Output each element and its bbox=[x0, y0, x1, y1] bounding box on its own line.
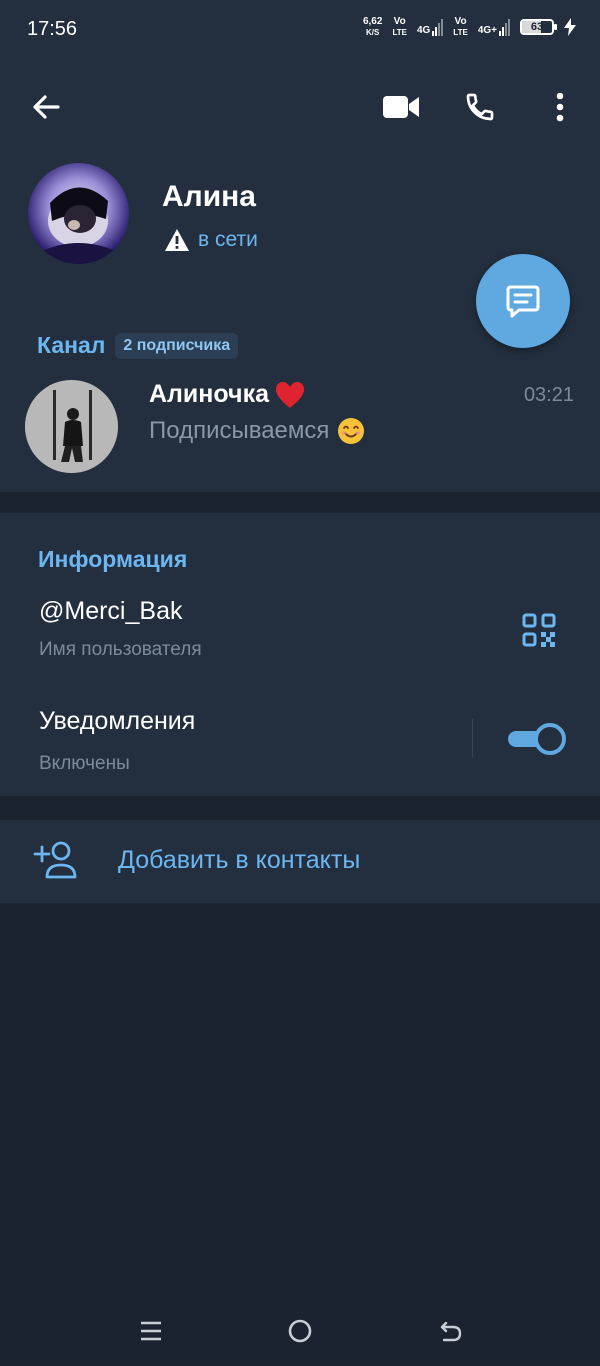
sim1-volte: Vo LTE bbox=[392, 16, 407, 38]
arrow-back-icon bbox=[33, 95, 60, 119]
notifications-status: Включены bbox=[39, 753, 130, 774]
qr-code-icon bbox=[522, 613, 556, 647]
profile-name: Алина bbox=[162, 180, 256, 213]
status-indicators: 6,62 K/S Vo LTE 4G Vo LTE 4G+ 63 bbox=[363, 16, 576, 38]
info-section: Информация @Merci_Bak Имя пользователя У… bbox=[0, 513, 600, 796]
sim1-net-type: 4G bbox=[416, 25, 431, 36]
net-speed-unit: K/S bbox=[366, 28, 380, 37]
channel-last-message: Подписываемся bbox=[149, 417, 330, 444]
sim2-volte: Vo LTE bbox=[453, 16, 468, 38]
notifications-toggle[interactable] bbox=[508, 723, 566, 755]
channel-last-message-row: Подписываемся bbox=[149, 417, 365, 445]
sim2-volte-bottom: LTE bbox=[453, 28, 468, 37]
add-contact-label: Добавить в контакты bbox=[118, 846, 361, 874]
smiling-face-icon bbox=[338, 418, 365, 444]
home-button[interactable] bbox=[285, 1316, 315, 1346]
username-label: Имя пользователя bbox=[39, 639, 202, 660]
system-nav-bar bbox=[0, 1296, 600, 1366]
sim2-volte-top: Vo bbox=[454, 16, 467, 27]
sim1-volte-bottom: LTE bbox=[392, 28, 407, 37]
channel-header: Канал 2 подписчика bbox=[37, 332, 239, 359]
sim2-net-type: 4G+ bbox=[477, 25, 497, 36]
more-vertical-icon bbox=[556, 92, 564, 122]
warning-icon bbox=[165, 229, 189, 251]
notifications-title[interactable]: Уведомления bbox=[39, 707, 195, 736]
status-bar: 17:56 6,62 K/S Vo LTE 4G Vo LTE 4G+ 63 bbox=[0, 0, 600, 60]
voice-call-button[interactable] bbox=[459, 86, 501, 128]
red-heart-icon bbox=[275, 381, 304, 408]
channel-avatar bbox=[25, 380, 118, 473]
menu-lines-icon bbox=[141, 1321, 161, 1341]
message-icon bbox=[506, 285, 540, 318]
online-status-text: в сети bbox=[198, 228, 258, 251]
toggle-knob bbox=[534, 723, 566, 755]
net-speed-value: 6,62 bbox=[362, 16, 383, 27]
qr-code-button[interactable] bbox=[522, 613, 556, 647]
battery-icon: 63 bbox=[520, 19, 557, 35]
back-button[interactable] bbox=[25, 86, 67, 128]
profile-avatar[interactable] bbox=[28, 163, 129, 264]
info-section-title: Информация bbox=[38, 546, 188, 572]
screen: 17:56 6,62 K/S Vo LTE 4G Vo LTE 4G+ 63 А… bbox=[0, 0, 600, 1366]
channel-avatar-photo bbox=[25, 380, 118, 473]
sim1-signal: 4G bbox=[416, 18, 444, 36]
video-camera-icon bbox=[383, 96, 419, 118]
video-call-button[interactable] bbox=[380, 86, 422, 128]
send-message-button[interactable] bbox=[476, 254, 570, 348]
channel-name-row: Алиночка bbox=[149, 380, 305, 409]
charging-bolt-icon bbox=[564, 18, 576, 36]
more-options-button[interactable] bbox=[539, 86, 581, 128]
phone-icon bbox=[466, 93, 494, 121]
add-contact-button[interactable]: Добавить в контакты bbox=[0, 820, 600, 903]
vertical-divider bbox=[472, 719, 473, 757]
battery-level: 63 bbox=[530, 21, 544, 33]
home-circle-icon bbox=[288, 1319, 312, 1343]
recents-button[interactable] bbox=[136, 1316, 166, 1346]
signal-bars-icon bbox=[499, 18, 510, 36]
channel-section-title: Канал bbox=[37, 332, 106, 358]
sim2-signal: 4G+ bbox=[478, 18, 510, 36]
network-speed: 6,62 K/S bbox=[363, 16, 382, 38]
sim1-volte-top: Vo bbox=[393, 16, 406, 27]
status-time: 17:56 bbox=[27, 18, 78, 40]
avatar-photo bbox=[38, 187, 120, 264]
signal-bars-icon bbox=[432, 18, 444, 36]
channel-message-time: 03:21 bbox=[523, 384, 574, 406]
username[interactable]: @Merci_Bak bbox=[39, 597, 182, 626]
add-user-icon bbox=[33, 841, 77, 879]
channel-name: Алиночка bbox=[149, 380, 269, 408]
back-arrow-icon bbox=[440, 1321, 462, 1342]
online-status: в сети bbox=[164, 228, 258, 252]
back-nav-button[interactable] bbox=[436, 1316, 466, 1346]
subscribers-badge: 2 подписчика bbox=[115, 332, 239, 359]
